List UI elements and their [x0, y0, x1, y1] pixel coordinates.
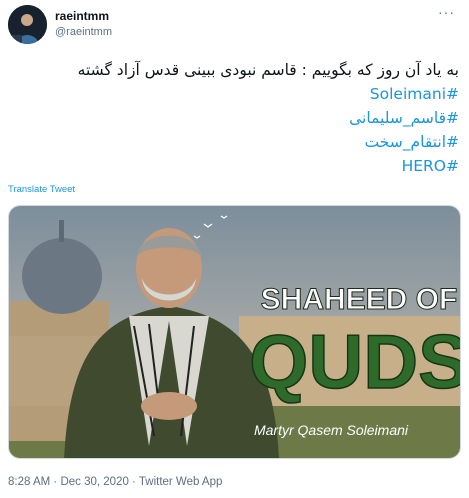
- tweet-source: Twitter Web App: [138, 476, 223, 488]
- user-handle[interactable]: @raeintmm: [55, 26, 112, 38]
- tweet-card: raeintmm @raeintmm ··· به یاد آن روز که …: [0, 0, 469, 498]
- more-icon[interactable]: ···: [438, 4, 455, 20]
- tweet-time[interactable]: 8:28 AM: [8, 476, 50, 488]
- hashtag-link[interactable]: #انتقام_سخت: [365, 133, 459, 151]
- image-headline-2: QUDS: [249, 320, 461, 405]
- hashtag-link[interactable]: #Soleimani: [370, 85, 459, 103]
- meta-separator: ·: [50, 476, 61, 488]
- hashtag-link[interactable]: #HERO: [402, 157, 459, 175]
- hashtag-link[interactable]: #قاسم_سلیمانی: [349, 109, 459, 127]
- tweet-date[interactable]: Dec 30, 2020: [60, 476, 128, 488]
- tweet-image[interactable]: SHAHEED OF QUDS Martyr Qasem Soleimani: [8, 205, 461, 459]
- tweet-text: به یاد آن روز که بگوییم : قاسم نبودی ببی…: [19, 58, 459, 178]
- meta-separator: ·: [128, 476, 139, 488]
- avatar[interactable]: [8, 5, 47, 44]
- image-caption: Martyr Qasem Soleimani: [254, 422, 409, 438]
- translate-tweet-link[interactable]: Translate Tweet: [8, 184, 75, 195]
- display-name[interactable]: raeintmm: [55, 9, 109, 23]
- tweet-text-line: به یاد آن روز که بگوییم : قاسم نبودی ببی…: [77, 61, 459, 79]
- image-headline-1: SHAHEED OF: [261, 283, 458, 316]
- tweet-meta: 8:28 AM · Dec 30, 2020 · Twitter Web App: [8, 476, 222, 488]
